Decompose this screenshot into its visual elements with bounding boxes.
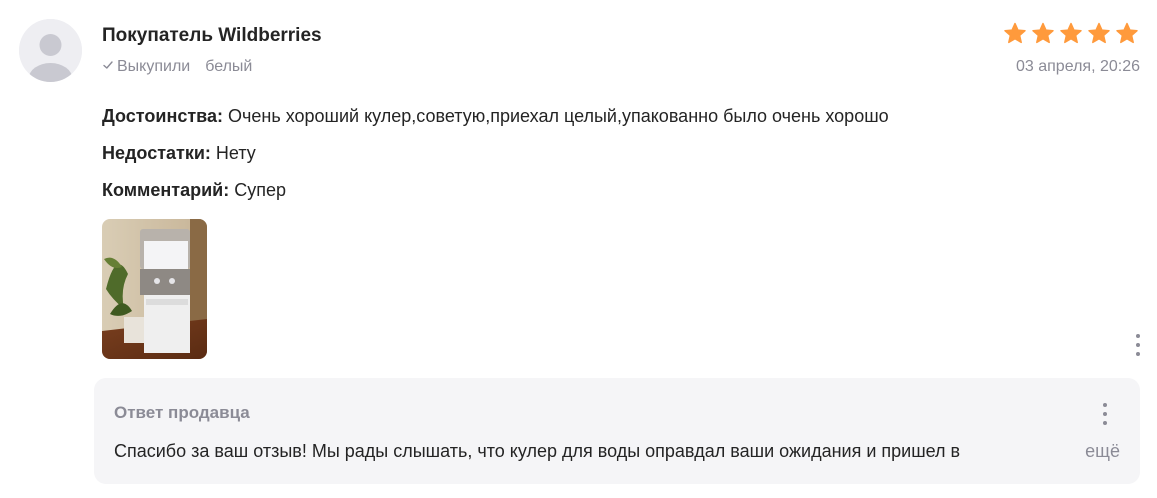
more-vertical-icon xyxy=(1136,334,1140,338)
user-silhouette-icon xyxy=(19,19,82,82)
cons-field: Недостатки: Нету xyxy=(102,143,256,164)
review-date: 03 апреля, 20:26 xyxy=(1016,58,1140,75)
more-vertical-icon-dot xyxy=(1136,343,1140,347)
review-card: Покупатель Wildberries Выкупили белый 03… xyxy=(0,0,1157,498)
show-more-link[interactable]: ещё xyxy=(1085,441,1120,462)
more-vertical-icon xyxy=(1103,403,1107,407)
rating-stars xyxy=(1003,22,1139,45)
review-photo[interactable] xyxy=(102,219,207,359)
purchase-meta: Выкупили белый xyxy=(102,58,252,76)
pros-text: Очень хороший кулер,советую,приехал целы… xyxy=(222,106,889,126)
cons-text: Нету xyxy=(210,143,256,163)
more-vertical-icon-dot xyxy=(1136,352,1140,356)
water-cooler-photo xyxy=(102,219,207,359)
star-icon xyxy=(1003,22,1027,45)
more-vertical-icon-dot xyxy=(1103,412,1107,416)
pros-field: Достоинства: Очень хороший кулер,советую… xyxy=(102,106,889,127)
review-menu-button[interactable] xyxy=(1128,334,1148,356)
variant-color: белый xyxy=(205,58,253,75)
more-vertical-icon-dot xyxy=(1103,421,1107,425)
star-icon xyxy=(1059,22,1083,45)
star-icon xyxy=(1031,22,1055,45)
seller-answer-text: Спасибо за ваш отзыв! Мы рады слышать, ч… xyxy=(114,441,961,461)
answer-menu-button[interactable] xyxy=(1095,403,1115,425)
cons-label: Недостатки: xyxy=(102,143,211,163)
star-icon xyxy=(1115,22,1139,45)
seller-answer-title: Ответ продавца xyxy=(114,403,250,422)
comment-text: Супер xyxy=(229,180,286,200)
comment-label: Комментарий: xyxy=(102,180,230,200)
comment-field: Комментарий: Супер xyxy=(102,180,286,201)
pros-label: Достоинства: xyxy=(102,106,223,126)
star-icon xyxy=(1087,22,1111,45)
author-name: Покупатель Wildberries xyxy=(102,25,322,46)
check-icon xyxy=(102,58,114,76)
seller-answer: Ответ продавца Спасибо за ваш отзыв! Мы … xyxy=(94,378,1140,484)
purchase-status: Выкупили xyxy=(117,58,191,75)
avatar xyxy=(19,19,82,82)
